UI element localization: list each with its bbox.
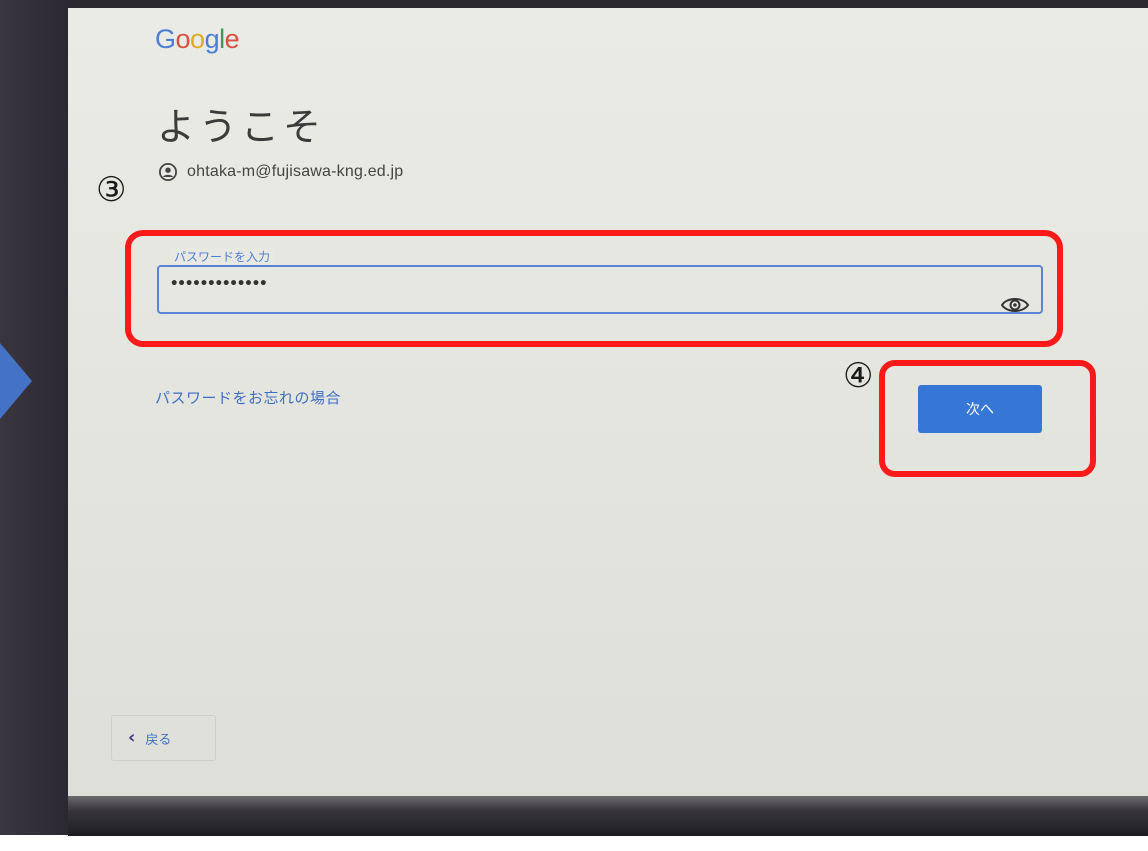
screenshot-photo: Google ようこそ ohtaka-m@fujisawa-kng.ed.jp …: [0, 0, 1148, 851]
next-button-highlight-box: [879, 360, 1096, 477]
screen-bottom-edge: [68, 796, 1148, 836]
page-title: ようこそ: [157, 105, 326, 149]
chevron-left-icon: ‹: [128, 727, 136, 748]
back-button-label: 戻る: [145, 732, 172, 748]
arrow-icon: [0, 343, 32, 419]
step-marker-4: ④: [843, 356, 874, 396]
account-chip[interactable]: ohtaka-m@fujisawa-kng.ed.jp: [159, 163, 403, 181]
forgot-password-link[interactable]: パスワードをお忘れの場合: [155, 387, 341, 408]
password-highlight-box: [125, 230, 1063, 347]
account-circle-icon: [159, 163, 177, 181]
step-marker-3: ③: [96, 170, 127, 210]
google-logo: Google: [155, 24, 240, 54]
account-email: ohtaka-m@fujisawa-kng.ed.jp: [187, 163, 404, 180]
back-button[interactable]: ‹ 戻る: [111, 715, 216, 761]
